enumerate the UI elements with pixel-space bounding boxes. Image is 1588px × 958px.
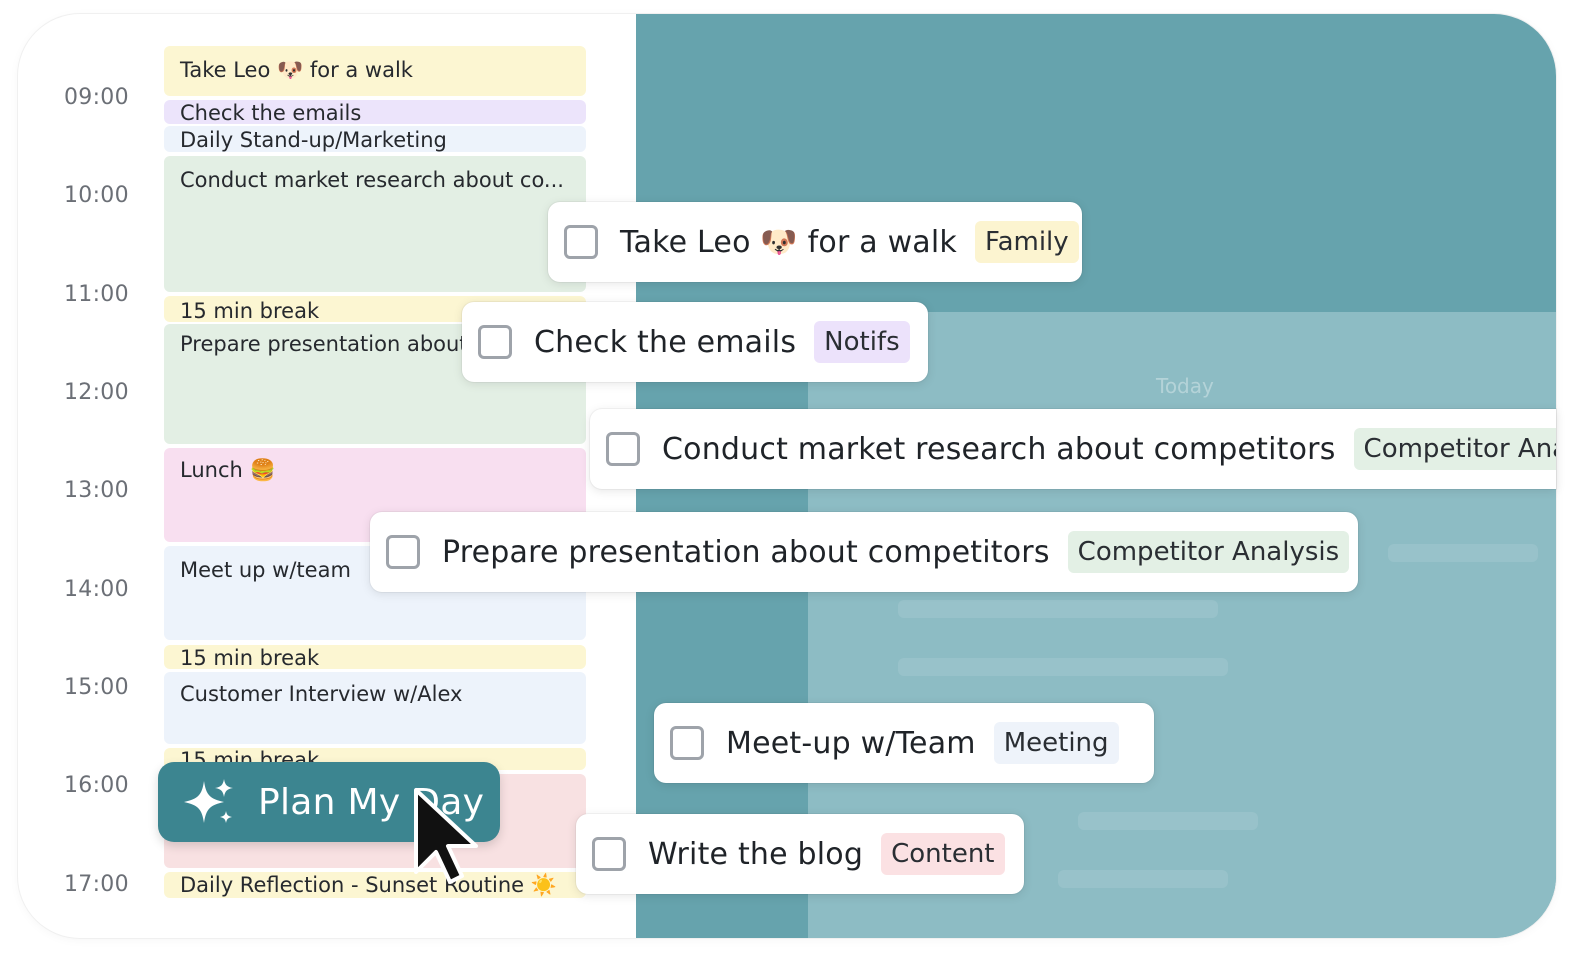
time-label: 10:00 (64, 183, 129, 208)
ghost-row (898, 600, 1218, 618)
event-title: Daily Reflection - Sunset Routine ☀️ (180, 873, 557, 897)
task-title: Write the blog (648, 836, 864, 872)
task-tag: Content (881, 833, 1005, 875)
task-checkbox[interactable] (606, 432, 640, 466)
sparkle-icon (184, 779, 233, 823)
time-label: 15:00 (64, 675, 129, 700)
calendar-event-reflection[interactable]: Daily Reflection - Sunset Routine ☀️ (164, 872, 586, 898)
cursor-icon (414, 788, 478, 884)
task-title: Take Leo 🐶 for a walk (620, 224, 957, 260)
calendar-event-research[interactable]: Conduct market research about co... (164, 156, 586, 292)
task-tag: Meeting (993, 722, 1119, 764)
event-title: Lunch 🍔 (180, 458, 276, 482)
ghost-row (1058, 870, 1228, 888)
time-label: 16:00 (64, 773, 129, 798)
task-title: Prepare presentation about competitors (442, 534, 1050, 570)
today-heading: Today (1156, 374, 1214, 398)
calendar-event-emails[interactable]: Check the emails (164, 100, 586, 124)
time-label: 12:00 (64, 380, 129, 405)
task-card[interactable]: Prepare presentation about competitors C… (370, 512, 1358, 592)
task-card[interactable]: Write the blog Content (576, 814, 1024, 894)
task-tag: Family (975, 221, 1079, 263)
calendar-event-standup[interactable]: Daily Stand-up/Marketing (164, 126, 586, 152)
task-card[interactable]: Conduct market research about competitor… (590, 409, 1556, 489)
task-card[interactable]: Meet-up w/Team Meeting (654, 703, 1154, 783)
event-title: Daily Stand-up/Marketing (180, 128, 447, 152)
task-tag: Notifs (814, 321, 910, 363)
time-label: 09:00 (64, 85, 129, 110)
task-checkbox[interactable] (478, 325, 512, 359)
task-title: Conduct market research about competitor… (662, 431, 1336, 467)
event-title: Check the emails (180, 101, 362, 124)
event-title: Take Leo 🐶 for a walk (180, 58, 413, 82)
event-title: Conduct market research about co... (180, 168, 564, 192)
task-card[interactable]: Take Leo 🐶 for a walk Family (548, 202, 1082, 282)
task-checkbox[interactable] (592, 837, 626, 871)
task-checkbox[interactable] (670, 726, 704, 760)
time-label: 14:00 (64, 577, 129, 602)
task-tag: Competitor Analysis (1353, 428, 1556, 470)
calendar-event-leo[interactable]: Take Leo 🐶 for a walk (164, 46, 586, 96)
calendar-event-break[interactable]: 15 min break (164, 645, 586, 669)
time-label: 17:00 (64, 872, 129, 897)
event-title: Customer Interview w/Alex (180, 682, 463, 706)
ghost-row (1078, 812, 1258, 830)
task-checkbox[interactable] (386, 535, 420, 569)
time-label: 11:00 (64, 282, 129, 307)
calendar-event-interview[interactable]: Customer Interview w/Alex (164, 672, 586, 744)
task-card[interactable]: Check the emails Notifs (462, 302, 928, 382)
ghost-row (898, 658, 1228, 676)
time-label: 13:00 (64, 478, 129, 503)
task-tag: Competitor Analysis (1067, 531, 1350, 573)
ghost-row (1388, 544, 1538, 562)
event-title: 15 min break (180, 646, 320, 669)
task-title: Meet-up w/Team (726, 725, 976, 761)
task-title: Check the emails (534, 324, 797, 360)
task-checkbox[interactable] (564, 225, 598, 259)
